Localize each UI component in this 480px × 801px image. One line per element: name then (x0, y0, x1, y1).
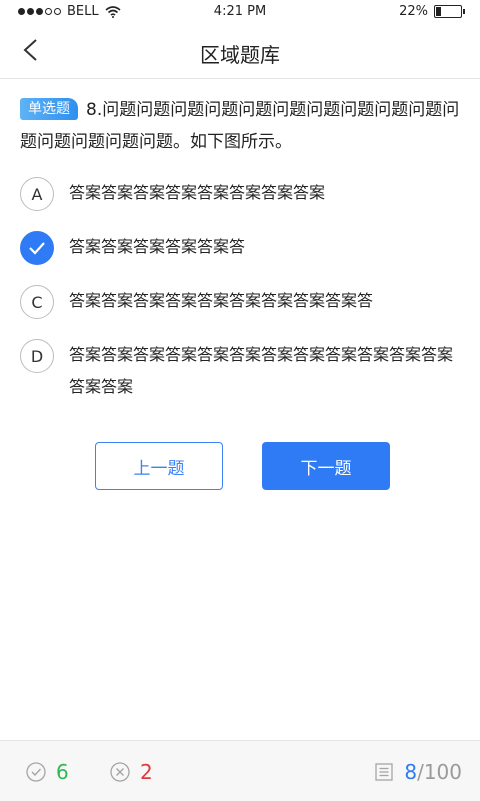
battery-icon (434, 5, 465, 18)
question-stem: 单选题 8.问题问题问题问题问题问题问题问题问题问题问题问题问题问题问题。如下图所… (20, 94, 465, 158)
wrong-count-value: 2 (140, 760, 153, 784)
total-questions: /100 (417, 760, 462, 784)
current-question-number: 8 (404, 760, 418, 784)
option-c-marker[interactable]: C (20, 285, 54, 319)
question-text: 8.问题问题问题问题问题问题问题问题问题问题问题问题问题问题问题。如下图所示。 (20, 100, 460, 152)
battery-percent: 22% (399, 4, 428, 19)
question-progress[interactable]: 8/100 (374, 760, 462, 784)
option-b-checked-marker[interactable] (20, 231, 54, 265)
wrong-x-icon (110, 762, 130, 782)
page-title: 区域题库 (200, 43, 280, 67)
option-a[interactable]: A 答案答案答案答案答案答案答案答案 (20, 177, 465, 211)
option-b-text: 答案答案答案答案答案答 (69, 237, 246, 256)
answer-sheet-icon (375, 763, 393, 781)
option-c[interactable]: C 答案答案答案答案答案答案答案答案答案答 (20, 285, 465, 319)
previous-question-button[interactable]: 上一题 (95, 442, 223, 490)
correct-count[interactable]: 6 (26, 760, 69, 784)
battery-info: 22% (399, 4, 465, 19)
correct-count-value: 6 (56, 760, 69, 784)
checkmark-icon (29, 242, 45, 255)
option-d-text: 答案答案答案答案答案答案答案答案答案答案答案答案答案答案 (69, 345, 454, 396)
option-b[interactable]: 答案答案答案答案答案答 (20, 231, 465, 265)
next-question-button[interactable]: 下一题 (262, 442, 390, 490)
option-d[interactable]: D 答案答案答案答案答案答案答案答案答案答案答案答案答案答案 (20, 339, 465, 403)
bottom-bar: 6 2 8/100 (0, 740, 480, 801)
option-a-text: 答案答案答案答案答案答案答案答案 (69, 183, 326, 202)
option-c-text: 答案答案答案答案答案答案答案答案答案答 (69, 291, 374, 310)
nav-bar: 区域题库 (0, 24, 480, 79)
option-a-marker[interactable]: A (20, 177, 54, 211)
question-type-badge: 单选题 (20, 98, 78, 120)
option-d-marker[interactable]: D (20, 339, 54, 373)
status-bar: BELL 4:21 PM 22% (0, 0, 480, 24)
correct-check-icon (26, 762, 46, 782)
wrong-count[interactable]: 2 (110, 760, 153, 784)
